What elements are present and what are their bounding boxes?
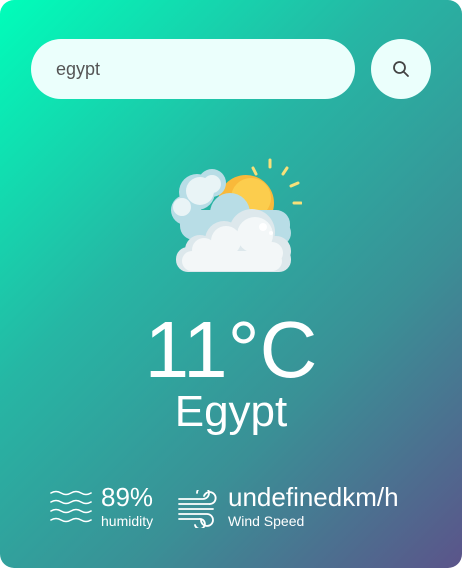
humidity-detail: 89% humidity xyxy=(50,482,175,532)
search-input[interactable] xyxy=(31,39,355,99)
wind-detail: undefinedkm/h Wind Speed xyxy=(177,482,437,532)
search-bar xyxy=(31,39,431,99)
humidity-label: humidity xyxy=(101,513,154,529)
wind-icon xyxy=(177,486,219,533)
search-icon xyxy=(392,60,410,78)
wind-label: Wind Speed xyxy=(228,513,305,529)
humidity-waves-icon xyxy=(50,490,92,531)
humidity-value: 89% xyxy=(101,482,154,512)
search-button[interactable] xyxy=(371,39,431,99)
wind-value: undefinedkm/h xyxy=(228,482,399,512)
weather-details: 89% humidity undefinedkm/h Wind Speed xyxy=(50,482,430,532)
temperature: 11°C xyxy=(144,305,318,394)
partly-cloudy-icon xyxy=(160,155,303,277)
weather-card: 11°C Egypt 89% humidity xyxy=(0,0,462,568)
city-name: Egypt xyxy=(174,387,288,436)
